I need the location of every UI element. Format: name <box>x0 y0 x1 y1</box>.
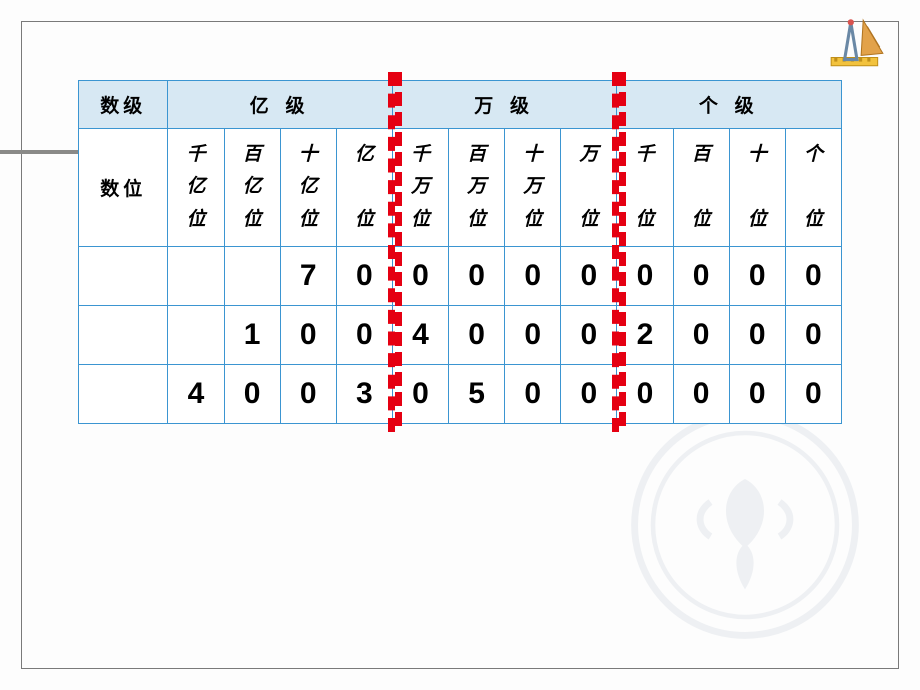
r1c4: 0 <box>392 246 448 305</box>
place-5: 百万位 <box>449 129 505 247</box>
r3c9: 0 <box>673 364 729 423</box>
r3c5: 5 <box>449 364 505 423</box>
r3c6: 0 <box>505 364 561 423</box>
r2c9: 0 <box>673 305 729 364</box>
r2c1: 1 <box>224 305 280 364</box>
r3c2: 0 <box>280 364 336 423</box>
r1c9: 0 <box>673 246 729 305</box>
r2c7: 0 <box>561 305 617 364</box>
r2c4: 4 <box>392 305 448 364</box>
level-label-cell: 数级 <box>79 81 168 129</box>
r2c10: 0 <box>729 305 785 364</box>
ge-level-header: 个 级 <box>617 81 842 129</box>
r2c6: 0 <box>505 305 561 364</box>
r3c7: 0 <box>561 364 617 423</box>
r1c7: 0 <box>561 246 617 305</box>
r1c1 <box>224 246 280 305</box>
row2-label <box>79 305 168 364</box>
r1c10: 0 <box>729 246 785 305</box>
r2c3: 0 <box>336 305 392 364</box>
yi-level-header: 亿 级 <box>168 81 393 129</box>
r2c2: 0 <box>280 305 336 364</box>
r3c8: 0 <box>617 364 673 423</box>
left-rule <box>0 150 78 154</box>
r1c3: 0 <box>336 246 392 305</box>
place-1: 百亿位 <box>224 129 280 247</box>
level-header-row: 数级 亿 级 万 级 个 级 <box>79 81 842 129</box>
place-value-table: 数级 亿 级 万 级 个 级 数位 千亿位 百亿位 十亿位 亿位 千万位 百万位… <box>78 80 842 424</box>
watermark-logo <box>630 410 860 640</box>
r3c4: 0 <box>392 364 448 423</box>
r3c3: 3 <box>336 364 392 423</box>
r1c2: 7 <box>280 246 336 305</box>
number-row-2: 1 0 0 4 0 0 0 2 0 0 0 <box>79 305 842 364</box>
r2c5: 0 <box>449 305 505 364</box>
r3c0: 4 <box>168 364 224 423</box>
r1c6: 0 <box>505 246 561 305</box>
row3-label <box>79 364 168 423</box>
wan-level-header: 万 级 <box>392 81 617 129</box>
place-11: 个位 <box>785 129 841 247</box>
place-6: 十万位 <box>505 129 561 247</box>
place-3: 亿位 <box>336 129 392 247</box>
number-row-1: 7 0 0 0 0 0 0 0 0 0 <box>79 246 842 305</box>
r2c0 <box>168 305 224 364</box>
r2c11: 0 <box>785 305 841 364</box>
r1c5: 0 <box>449 246 505 305</box>
place-0: 千亿位 <box>168 129 224 247</box>
place-4: 千万位 <box>392 129 448 247</box>
place-9: 百位 <box>673 129 729 247</box>
r1c11: 0 <box>785 246 841 305</box>
tools-icon <box>826 12 888 74</box>
place-10: 十位 <box>729 129 785 247</box>
place-label-cell: 数位 <box>79 129 168 247</box>
place-7: 万位 <box>561 129 617 247</box>
r3c1: 0 <box>224 364 280 423</box>
row1-label <box>79 246 168 305</box>
r1c8: 0 <box>617 246 673 305</box>
r3c11: 0 <box>785 364 841 423</box>
place-2: 十亿位 <box>280 129 336 247</box>
r3c10: 0 <box>729 364 785 423</box>
place-header-row: 数位 千亿位 百亿位 十亿位 亿位 千万位 百万位 十万位 万位 千位 百位 十… <box>79 129 842 247</box>
number-row-3: 4 0 0 3 0 5 0 0 0 0 0 0 <box>79 364 842 423</box>
r1c0 <box>168 246 224 305</box>
place-8: 千位 <box>617 129 673 247</box>
r2c8: 2 <box>617 305 673 364</box>
